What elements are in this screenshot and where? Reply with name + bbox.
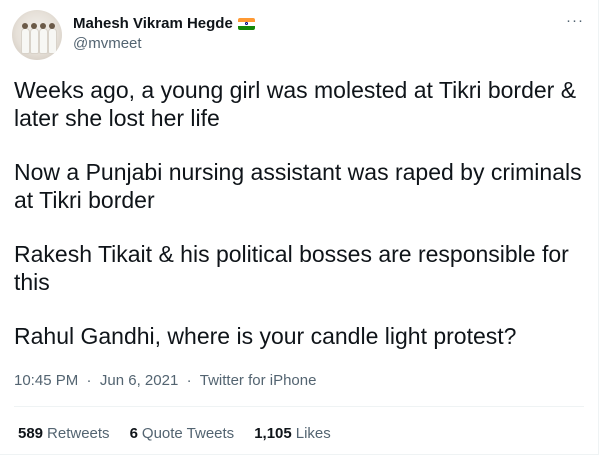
tweet-paragraph: Weeks ago, a young girl was molested at … <box>14 77 577 131</box>
tweet-card: Mahesh Vikram Hegde @mvmeet ··· Weeks ag… <box>0 0 599 455</box>
tweet-paragraph: Now a Punjabi nursing assistant was rape… <box>14 159 582 213</box>
avatar-figure-head <box>49 23 55 29</box>
tweet-stats: 589 Retweets 6 Quote Tweets 1,105 Likes <box>18 424 351 444</box>
retweets-label: Retweets <box>47 425 110 442</box>
more-icon[interactable]: ··· <box>566 13 584 28</box>
tweet-paragraph: Rahul Gandhi, where is your candle light… <box>14 323 517 349</box>
retweets-stat[interactable]: 589 Retweets <box>18 424 110 444</box>
avatar-figure <box>39 28 48 54</box>
avatar-figure <box>48 28 57 54</box>
author-display-name[interactable]: Mahesh Vikram Hegde <box>73 14 233 34</box>
quotes-label: Quote Tweets <box>141 425 235 442</box>
tweet-header: Mahesh Vikram Hegde @mvmeet ··· <box>12 10 586 62</box>
likes-stat[interactable]: 1,105 Likes <box>254 424 331 444</box>
meta-separator: · <box>82 372 96 389</box>
tweet-meta: 10:45 PM · Jun 6, 2021 · Twitter for iPh… <box>14 371 316 391</box>
avatar-figure-head <box>31 23 37 29</box>
quotes-count: 6 <box>129 425 138 442</box>
avatar-figure-head <box>22 23 28 29</box>
avatar[interactable] <box>12 10 62 60</box>
author-handle[interactable]: @mvmeet <box>73 34 255 54</box>
meta-separator: · <box>182 372 196 389</box>
india-flag-icon <box>237 18 255 30</box>
avatar-figure <box>30 28 39 54</box>
tweet-date[interactable]: Jun 6, 2021 <box>100 372 178 389</box>
avatar-figure-head <box>40 23 46 29</box>
likes-count: 1,105 <box>254 425 292 442</box>
tweet-source[interactable]: Twitter for iPhone <box>200 372 317 389</box>
likes-label: Likes <box>295 425 331 442</box>
avatar-figure <box>21 28 30 54</box>
divider <box>14 406 584 407</box>
tweet-paragraph: Rakesh Tikait & his political bosses are… <box>14 241 569 295</box>
retweets-count: 589 <box>18 425 44 442</box>
tweet-time[interactable]: 10:45 PM <box>14 372 78 389</box>
author-display-name-row[interactable]: Mahesh Vikram Hegde <box>73 14 255 34</box>
author-names: Mahesh Vikram Hegde @mvmeet <box>73 14 255 54</box>
tweet-text: Weeks ago, a young girl was molested at … <box>14 76 586 376</box>
quote-tweets-stat[interactable]: 6 Quote Tweets <box>130 424 235 444</box>
